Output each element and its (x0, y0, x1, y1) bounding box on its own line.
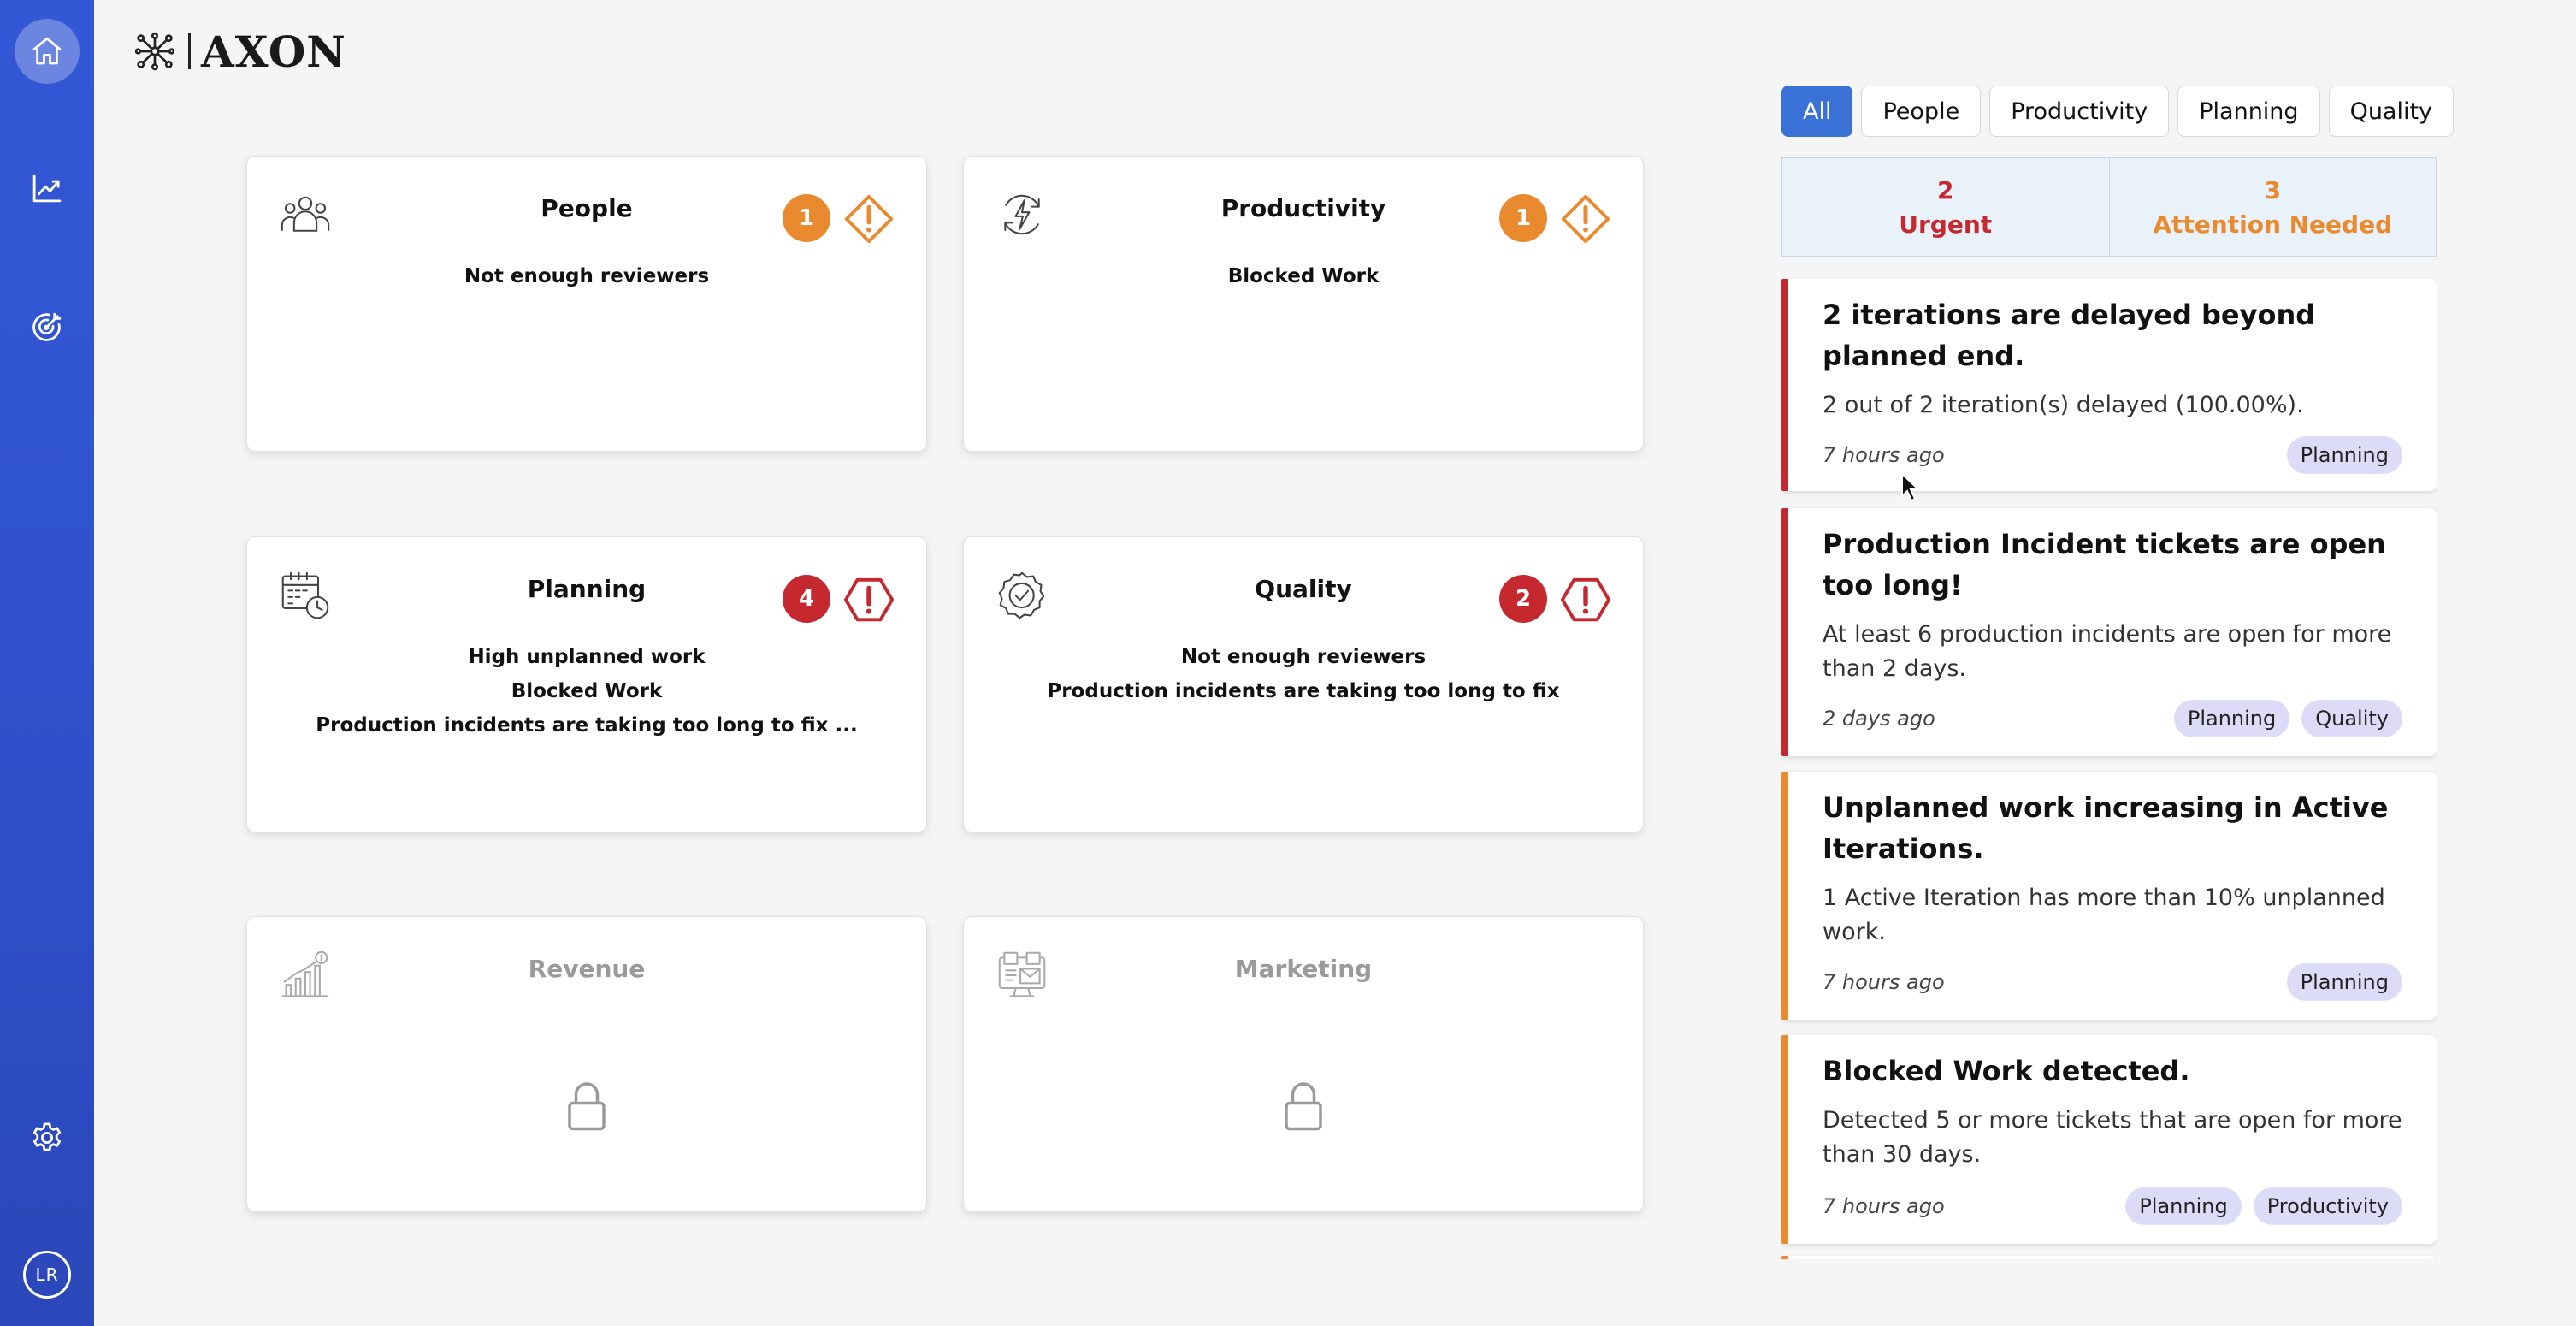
issue-list: Blocked Work (964, 259, 1643, 293)
filter-tab-productivity[interactable]: Productivity (1989, 86, 2170, 137)
alert-timestamp: 7 hours ago (1823, 443, 1945, 467)
alert-title: Blocked Work detected. (1823, 1055, 2190, 1087)
issue-item: Not enough reviewers (464, 265, 710, 287)
home-icon (32, 37, 62, 65)
sidebar: LR (0, 0, 94, 1326)
network-node-icon (135, 32, 174, 71)
nav-goals-button[interactable] (15, 294, 80, 359)
user-avatar[interactable]: LR (23, 1251, 71, 1299)
lock-icon (1285, 1082, 1322, 1131)
category-card-quality[interactable]: Quality 2 Not enough reviewers Productio… (963, 536, 1644, 832)
alert-summary: 2 Urgent 3 Attention Needed (1781, 157, 2437, 257)
alert-description: 2 out of 2 iteration(s) delayed (100.00%… (1823, 392, 2304, 418)
nav-settings-button[interactable] (15, 1105, 80, 1170)
alert-card[interactable]: 2 iterations are delayed beyond planned … (1781, 279, 2437, 491)
filter-tab-people[interactable]: People (1861, 86, 1982, 137)
alert-card[interactable]: Blocked Work detected. Detected 5 or mor… (1781, 1035, 2437, 1244)
nav-analytics-button[interactable] (15, 156, 80, 221)
category-card-marketing[interactable]: Marketing (963, 916, 1644, 1212)
issue-item: Not enough reviewers (1180, 646, 1427, 668)
alert-tag[interactable]: Planning (2125, 1187, 2242, 1225)
mouse-cursor-icon (1901, 472, 1921, 502)
lock-icon (568, 1082, 606, 1131)
warning-diamond-icon (844, 194, 894, 244)
issue-count-badge: 1 (783, 194, 830, 242)
filter-tab-quality[interactable]: Quality (2328, 86, 2455, 137)
issue-list: Not enough reviewers Production incident… (964, 640, 1643, 708)
alert-description: At least 6 production incidents are open… (1823, 621, 2392, 682)
alert-card[interactable] (1781, 1256, 2437, 1259)
alert-card[interactable]: Unplanned work increasing in Active Iter… (1781, 772, 2437, 1020)
attention-summary[interactable]: 3 Attention Needed (2108, 158, 2437, 256)
alert-timestamp: 7 hours ago (1823, 1194, 1945, 1218)
target-icon (32, 312, 62, 341)
alert-timestamp: 2 days ago (1823, 707, 1935, 731)
alert-tag[interactable]: Productivity (2253, 1187, 2402, 1225)
attention-count: 3 (2264, 176, 2281, 204)
warning-diamond-icon (1561, 194, 1610, 244)
issue-list: High unplanned work Blocked Work Product… (247, 640, 926, 743)
issue-list: Not enough reviewers (247, 259, 926, 293)
issue-item: Production incidents are taking too long… (316, 714, 858, 737)
alert-tag[interactable]: Planning (2286, 963, 2402, 1001)
alert-title: Production Incident tickets are open too… (1823, 528, 2386, 601)
chart-trend-icon (32, 174, 62, 203)
urgent-hexagon-icon (843, 577, 895, 622)
alert-timestamp: 7 hours ago (1823, 970, 1945, 994)
issue-count-badge: 1 (1499, 194, 1547, 242)
issue-item: Blocked Work (1227, 265, 1380, 287)
issue-count-badge: 2 (1499, 575, 1547, 623)
category-card-planning[interactable]: Planning 4 High unplanned work Blocked W… (246, 536, 927, 832)
category-card-revenue[interactable]: Revenue (246, 916, 927, 1212)
card-title: Revenue (528, 955, 646, 983)
attention-label: Attention Needed (2153, 210, 2393, 239)
issue-count-badge: 4 (783, 575, 830, 623)
alert-title: Unplanned work increasing in Active Iter… (1823, 791, 2389, 865)
logo-text: AXON (201, 26, 346, 77)
alert-description: 1 Active Iteration has more than 10% unp… (1823, 885, 2385, 945)
issue-item: Production incidents are taking too long… (1047, 680, 1560, 702)
issue-item: Blocked Work (511, 680, 663, 702)
alert-tag[interactable]: Quality (2301, 700, 2402, 737)
alert-tag[interactable]: Planning (2173, 700, 2290, 737)
category-card-productivity[interactable]: Productivity 1 Blocked Work (963, 156, 1644, 452)
alert-tag[interactable]: Planning (2286, 436, 2402, 474)
logo-divider (188, 33, 191, 69)
gear-icon (32, 1122, 62, 1151)
urgent-hexagon-icon (1560, 577, 1611, 622)
alert-card[interactable]: Production Incident tickets are open too… (1781, 508, 2437, 756)
urgent-summary[interactable]: 2 Urgent (1782, 158, 2109, 256)
issue-item: High unplanned work (468, 646, 706, 668)
filter-tab-all[interactable]: All (1781, 86, 1853, 137)
filter-tabs: All People Productivity Planning Quality (1781, 86, 2455, 137)
filter-tab-planning[interactable]: Planning (2177, 86, 2320, 137)
card-title: Marketing (1234, 955, 1373, 983)
category-card-people[interactable]: People 1 Not enough reviewers (246, 156, 927, 452)
app-logo[interactable]: AXON (135, 26, 346, 77)
urgent-count: 2 (1937, 176, 1954, 204)
nav-home-button[interactable] (15, 19, 80, 84)
alert-description: Detected 5 or more tickets that are open… (1823, 1107, 2402, 1168)
urgent-label: Urgent (1899, 210, 1993, 239)
alert-list[interactable]: 2 iterations are delayed beyond planned … (1781, 279, 2437, 1259)
alert-title: 2 iterations are delayed beyond planned … (1823, 299, 2316, 372)
